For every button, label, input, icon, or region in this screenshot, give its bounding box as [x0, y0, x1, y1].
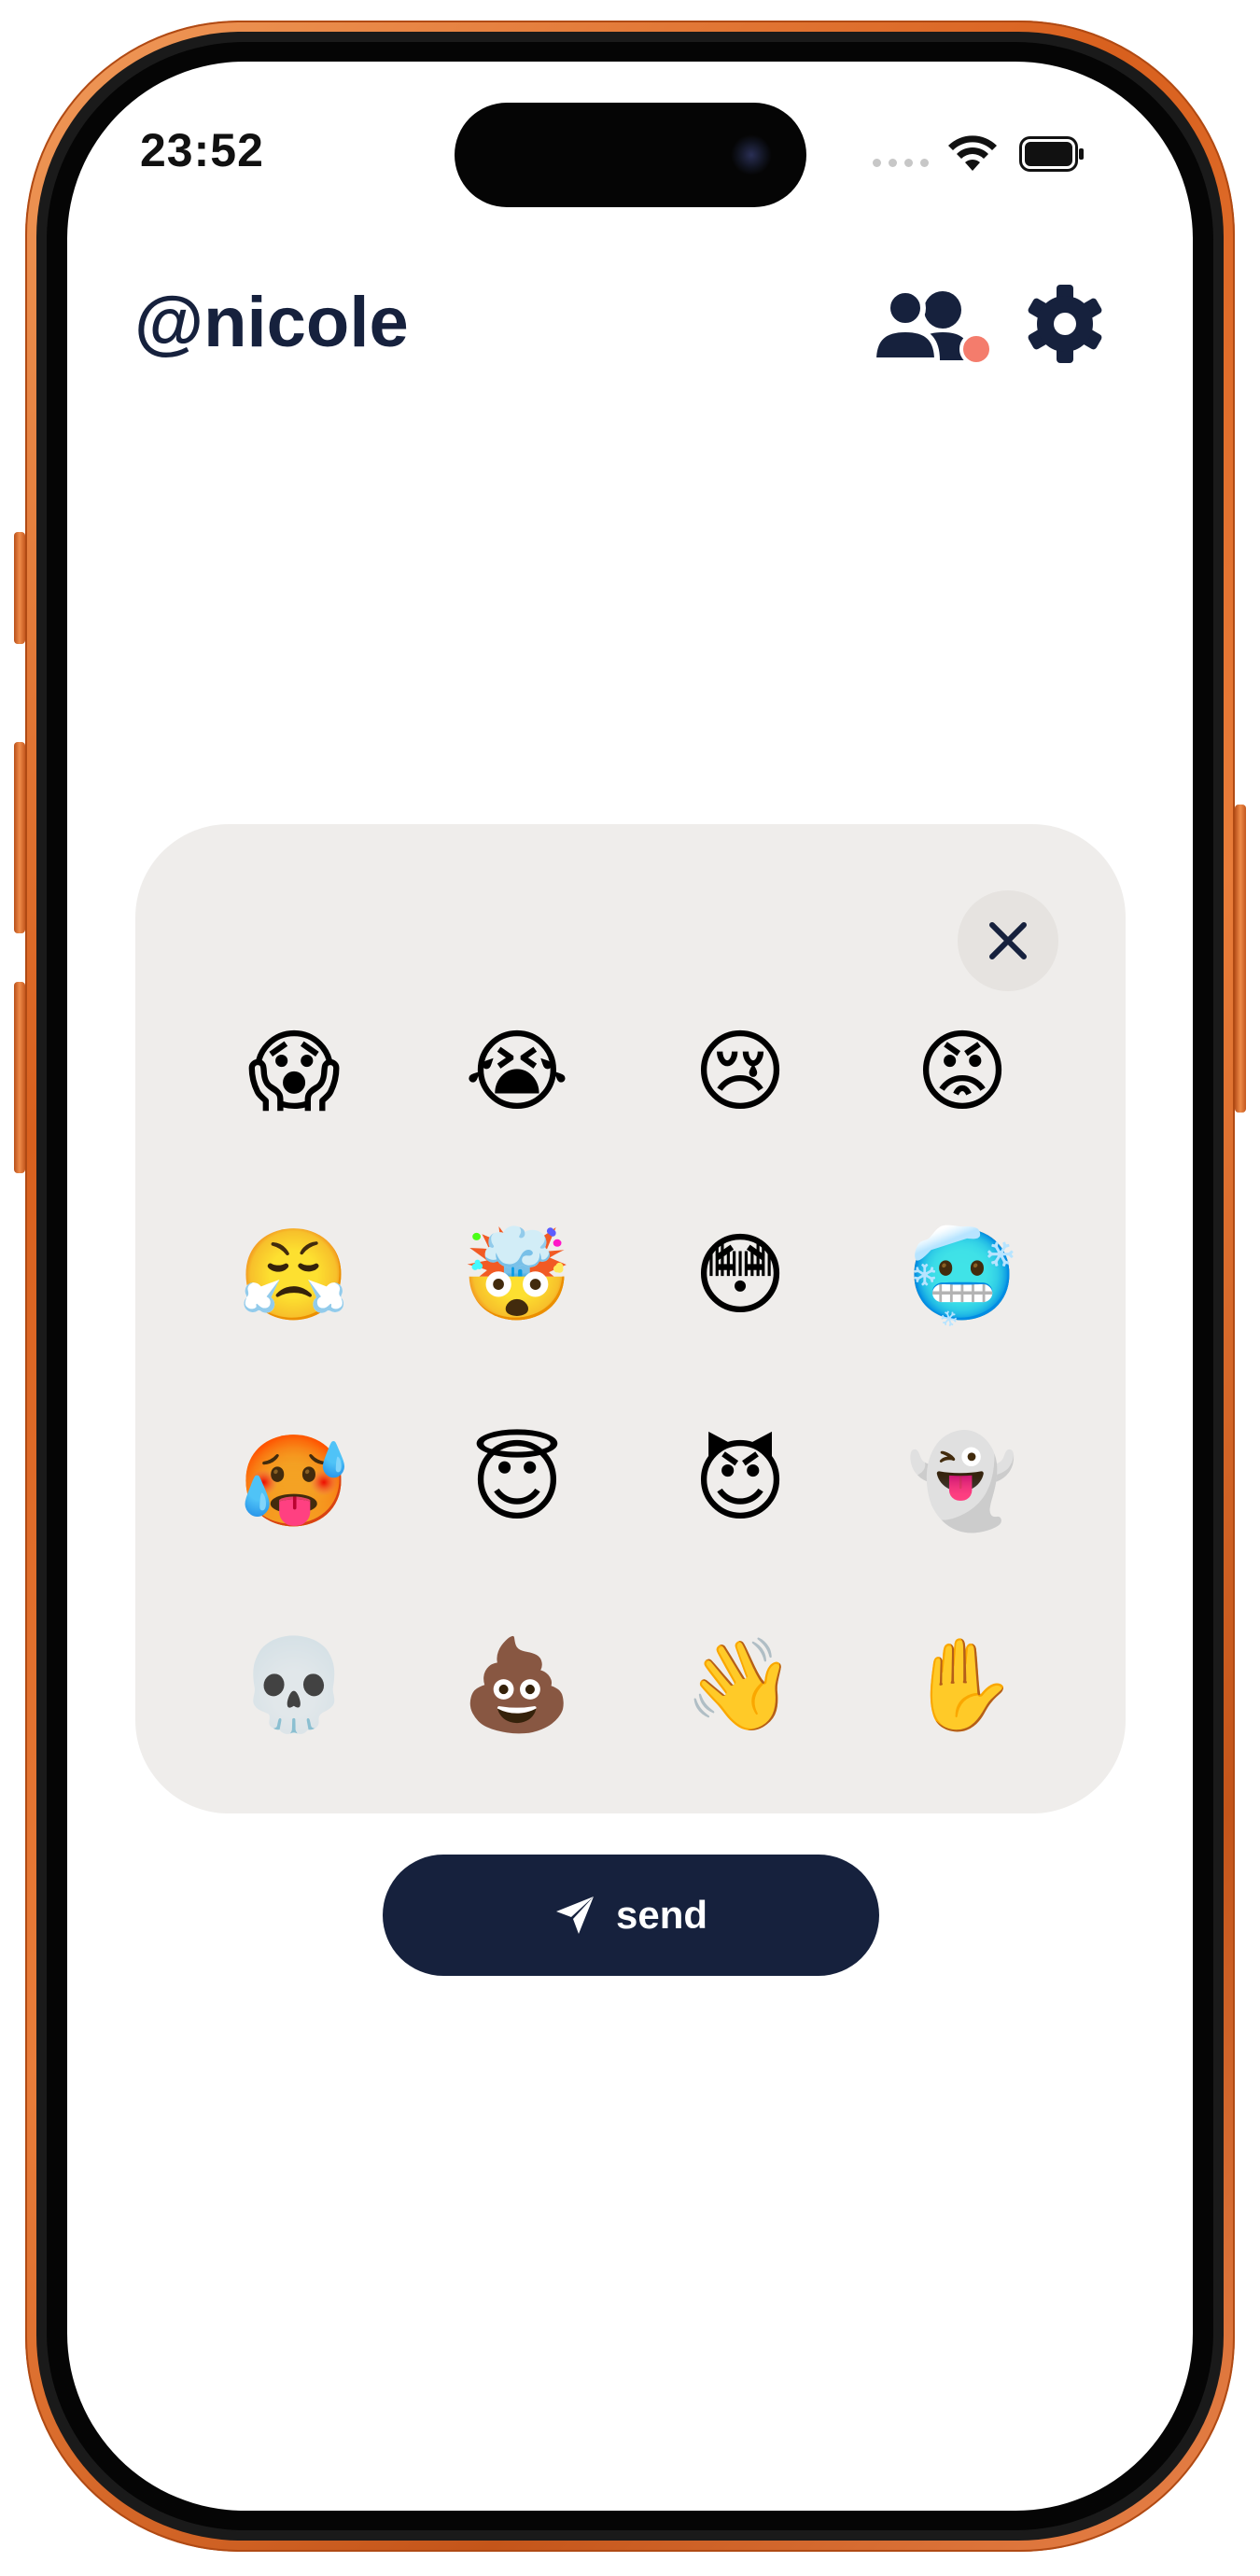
- page: 23:52 @nicole 😱 😭 😢 😡 😤 🤯 😳 🥶 🥵 😇 😈 👻 💀 …: [0, 0, 1260, 2576]
- send-button-label: send: [615, 1893, 708, 1937]
- emoji-option[interactable]: ✋: [906, 1629, 1018, 1741]
- emoji-option[interactable]: 👋: [684, 1629, 796, 1741]
- close-icon: [989, 922, 1027, 959]
- emoji-option[interactable]: 🥵: [238, 1425, 350, 1537]
- status-time: 23:52: [140, 124, 264, 176]
- close-button[interactable]: [958, 890, 1058, 991]
- notification-badge: [959, 332, 993, 366]
- gear-icon: [1028, 285, 1102, 363]
- emoji-option[interactable]: 😳: [684, 1219, 796, 1331]
- settings-button[interactable]: [1025, 284, 1105, 364]
- send-button[interactable]: send: [383, 1855, 879, 1976]
- friends-button[interactable]: [870, 286, 993, 375]
- emoji-option[interactable]: 🤯: [461, 1219, 573, 1331]
- signal-dots-icon: [873, 159, 929, 167]
- volume-up-button: [14, 742, 25, 933]
- emoji-option[interactable]: 😡: [906, 1015, 1018, 1127]
- emoji-option[interactable]: 😤: [238, 1219, 350, 1331]
- emoji-option[interactable]: 😱: [238, 1015, 350, 1127]
- dynamic-island: [455, 103, 806, 207]
- volume-down-button: [14, 982, 25, 1173]
- emoji-option[interactable]: 💀: [238, 1629, 350, 1741]
- front-camera-icon: [731, 134, 772, 175]
- action-button: [14, 532, 25, 644]
- page-title-username: @nicole: [134, 283, 409, 362]
- battery-icon: [1019, 136, 1084, 172]
- emoji-option[interactable]: 😇: [461, 1425, 573, 1537]
- power-button: [1235, 805, 1246, 1113]
- emoji-option[interactable]: 😈: [684, 1425, 796, 1537]
- emoji-option[interactable]: 😢: [684, 1015, 796, 1127]
- emoji-option[interactable]: 😭: [461, 1015, 573, 1127]
- emoji-option[interactable]: 💩: [461, 1629, 573, 1741]
- emoji-option[interactable]: 🥶: [906, 1219, 1018, 1331]
- wifi-icon: [948, 135, 997, 171]
- paper-plane-icon: [555, 1897, 594, 1934]
- emoji-option[interactable]: 👻: [906, 1425, 1018, 1537]
